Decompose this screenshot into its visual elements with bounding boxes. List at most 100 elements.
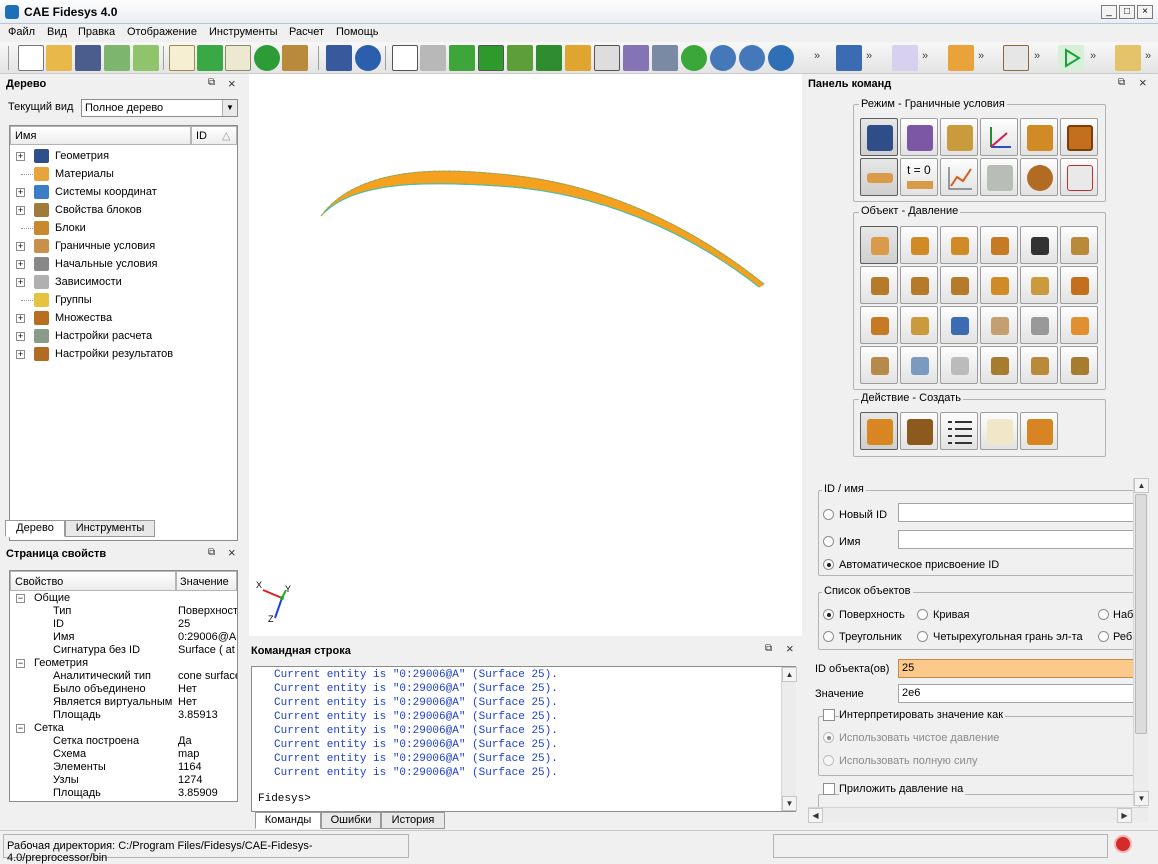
- tree-close-icon[interactable]: ×: [228, 76, 236, 91]
- action-modify-button[interactable]: [900, 412, 938, 450]
- hidden-cube-icon[interactable]: [420, 45, 446, 71]
- tree-col-name[interactable]: Имя: [10, 126, 191, 145]
- axes-z-icon[interactable]: [1115, 45, 1141, 71]
- apply-checkbox[interactable]: [823, 783, 835, 795]
- property-row[interactable]: Элементы 1164: [10, 761, 237, 774]
- import-icon[interactable]: [104, 45, 130, 71]
- tree-item[interactable]: + Геометрия: [10, 148, 237, 166]
- script-icon[interactable]: [169, 45, 195, 71]
- mode-geometry-button[interactable]: [860, 118, 898, 156]
- command-panel-hscrollbar[interactable]: ◀ ▶: [808, 807, 1148, 823]
- property-row[interactable]: Сигнатура без ID Surface ( at: [10, 644, 237, 657]
- undo-icon[interactable]: [355, 45, 381, 71]
- prop-col-value[interactable]: Значение: [176, 571, 237, 591]
- object-cavity-button[interactable]: [1020, 346, 1058, 384]
- expand-icon[interactable]: +: [16, 332, 25, 341]
- save-icon[interactable]: [75, 45, 101, 71]
- property-row[interactable]: Схема map: [10, 748, 237, 761]
- expand-icon[interactable]: +: [16, 152, 25, 161]
- mode-inspect-button[interactable]: [1060, 158, 1098, 196]
- export-icon[interactable]: [133, 45, 159, 71]
- tab-commands[interactable]: Команды: [255, 812, 321, 829]
- tree-col-id[interactable]: ID △: [191, 126, 237, 145]
- command-close-icon[interactable]: ×: [1139, 75, 1147, 90]
- shaded-cube-icon[interactable]: [449, 45, 475, 71]
- id-icon[interactable]: [225, 45, 251, 71]
- tree-item[interactable]: + Системы координат: [10, 184, 237, 202]
- new-id-field[interactable]: [898, 503, 1138, 522]
- menu-calc[interactable]: Расчет: [289, 26, 324, 38]
- toolbar-more-2[interactable]: »: [866, 50, 872, 62]
- mode-bc-button[interactable]: [860, 158, 898, 196]
- 3d-viewport[interactable]: X Y Z: [249, 74, 802, 636]
- object-displacement-button[interactable]: [1060, 266, 1098, 304]
- close-window-button[interactable]: ×: [1137, 5, 1153, 19]
- tree-item[interactable]: + Настройки расчета: [10, 328, 237, 346]
- toolbar-more-3[interactable]: »: [922, 50, 928, 62]
- property-row[interactable]: Площадь 3.85913: [10, 709, 237, 722]
- mesh-cube-icon[interactable]: [536, 45, 562, 71]
- tree-float-icon[interactable]: ⧉: [208, 77, 215, 88]
- radio-curve[interactable]: [917, 609, 928, 620]
- console-float-icon[interactable]: ⧉: [765, 643, 772, 654]
- globe-icon[interactable]: [768, 45, 794, 71]
- property-row[interactable]: Тип Поверхност: [10, 605, 237, 618]
- expand-icon[interactable]: +: [16, 206, 25, 215]
- mode-blocks-button[interactable]: [1020, 118, 1058, 156]
- menu-view[interactable]: Вид: [47, 26, 67, 38]
- object-radiation-button[interactable]: [980, 306, 1018, 344]
- object-convection-button[interactable]: [940, 306, 978, 344]
- console-output[interactable]: Current entity is "0:29006@A" (Surface 2…: [251, 666, 797, 812]
- object-rigid-body-button[interactable]: [1020, 266, 1058, 304]
- expand-icon[interactable]: +: [16, 278, 25, 287]
- tab-errors[interactable]: Ошибки: [321, 812, 381, 829]
- minimize-button[interactable]: _: [1101, 5, 1117, 19]
- users-icon[interactable]: [836, 45, 862, 71]
- properties-float-icon[interactable]: ⧉: [208, 547, 215, 558]
- radio-use-pressure[interactable]: [823, 732, 834, 743]
- radio-set[interactable]: [1098, 609, 1109, 620]
- scroll-thumb[interactable]: [1135, 494, 1147, 734]
- property-row[interactable]: Аналитический тип cone surface: [10, 670, 237, 683]
- crosshair-icon[interactable]: [892, 45, 918, 71]
- object-ids-field[interactable]: 25: [898, 659, 1138, 678]
- wireframe-cube-icon[interactable]: [392, 45, 418, 71]
- property-row[interactable]: Было объединено Нет: [10, 683, 237, 696]
- tree-item[interactable]: + Зависимости: [10, 274, 237, 292]
- property-row[interactable]: − Общие: [10, 592, 237, 605]
- object-contact-button[interactable]: [860, 346, 898, 384]
- maximize-button[interactable]: □: [1119, 5, 1135, 19]
- object-angular-velocity-button[interactable]: [900, 266, 938, 304]
- mode-results-button[interactable]: [1020, 158, 1058, 196]
- tree-item[interactable]: Материалы: [10, 166, 237, 184]
- property-row[interactable]: Сетка построена Да: [10, 735, 237, 748]
- refresh-icon[interactable]: [681, 45, 707, 71]
- open-folder-icon[interactable]: [46, 45, 72, 71]
- property-row[interactable]: − Сетка: [10, 722, 237, 735]
- tree-item[interactable]: + Множества: [10, 310, 237, 328]
- object-acceleration-load-button[interactable]: [1060, 226, 1098, 264]
- expand-icon[interactable]: +: [16, 350, 25, 359]
- run-script-icon[interactable]: [197, 45, 223, 71]
- properties-close-icon[interactable]: ×: [228, 545, 236, 560]
- radio-auto-id[interactable]: [823, 559, 834, 570]
- object-gravity-button[interactable]: [1020, 226, 1058, 264]
- mode-coords-button[interactable]: [980, 118, 1018, 156]
- object-heat-flux-button[interactable]: [900, 306, 938, 344]
- reset-view-icon[interactable]: [326, 45, 352, 71]
- solid-cube-icon[interactable]: [478, 45, 504, 71]
- toolbar-more-5[interactable]: »: [1034, 50, 1040, 62]
- menu-file[interactable]: Файл: [8, 26, 35, 38]
- shapes-icon[interactable]: [507, 45, 533, 71]
- window-icon[interactable]: [652, 45, 678, 71]
- new-file-icon[interactable]: [18, 45, 44, 71]
- tab-tree[interactable]: Дерево: [5, 520, 65, 537]
- property-row[interactable]: ID 25: [10, 618, 237, 631]
- property-row[interactable]: Имя 0:29006@A: [10, 631, 237, 644]
- expand-icon[interactable]: +: [16, 260, 25, 269]
- tree-item[interactable]: + Свойства блоков: [10, 202, 237, 220]
- object-line-load-button[interactable]: [980, 226, 1018, 264]
- mode-materials-button[interactable]: [940, 118, 978, 156]
- tab-tools[interactable]: Инструменты: [65, 520, 155, 537]
- hammer-icon[interactable]: [282, 45, 308, 71]
